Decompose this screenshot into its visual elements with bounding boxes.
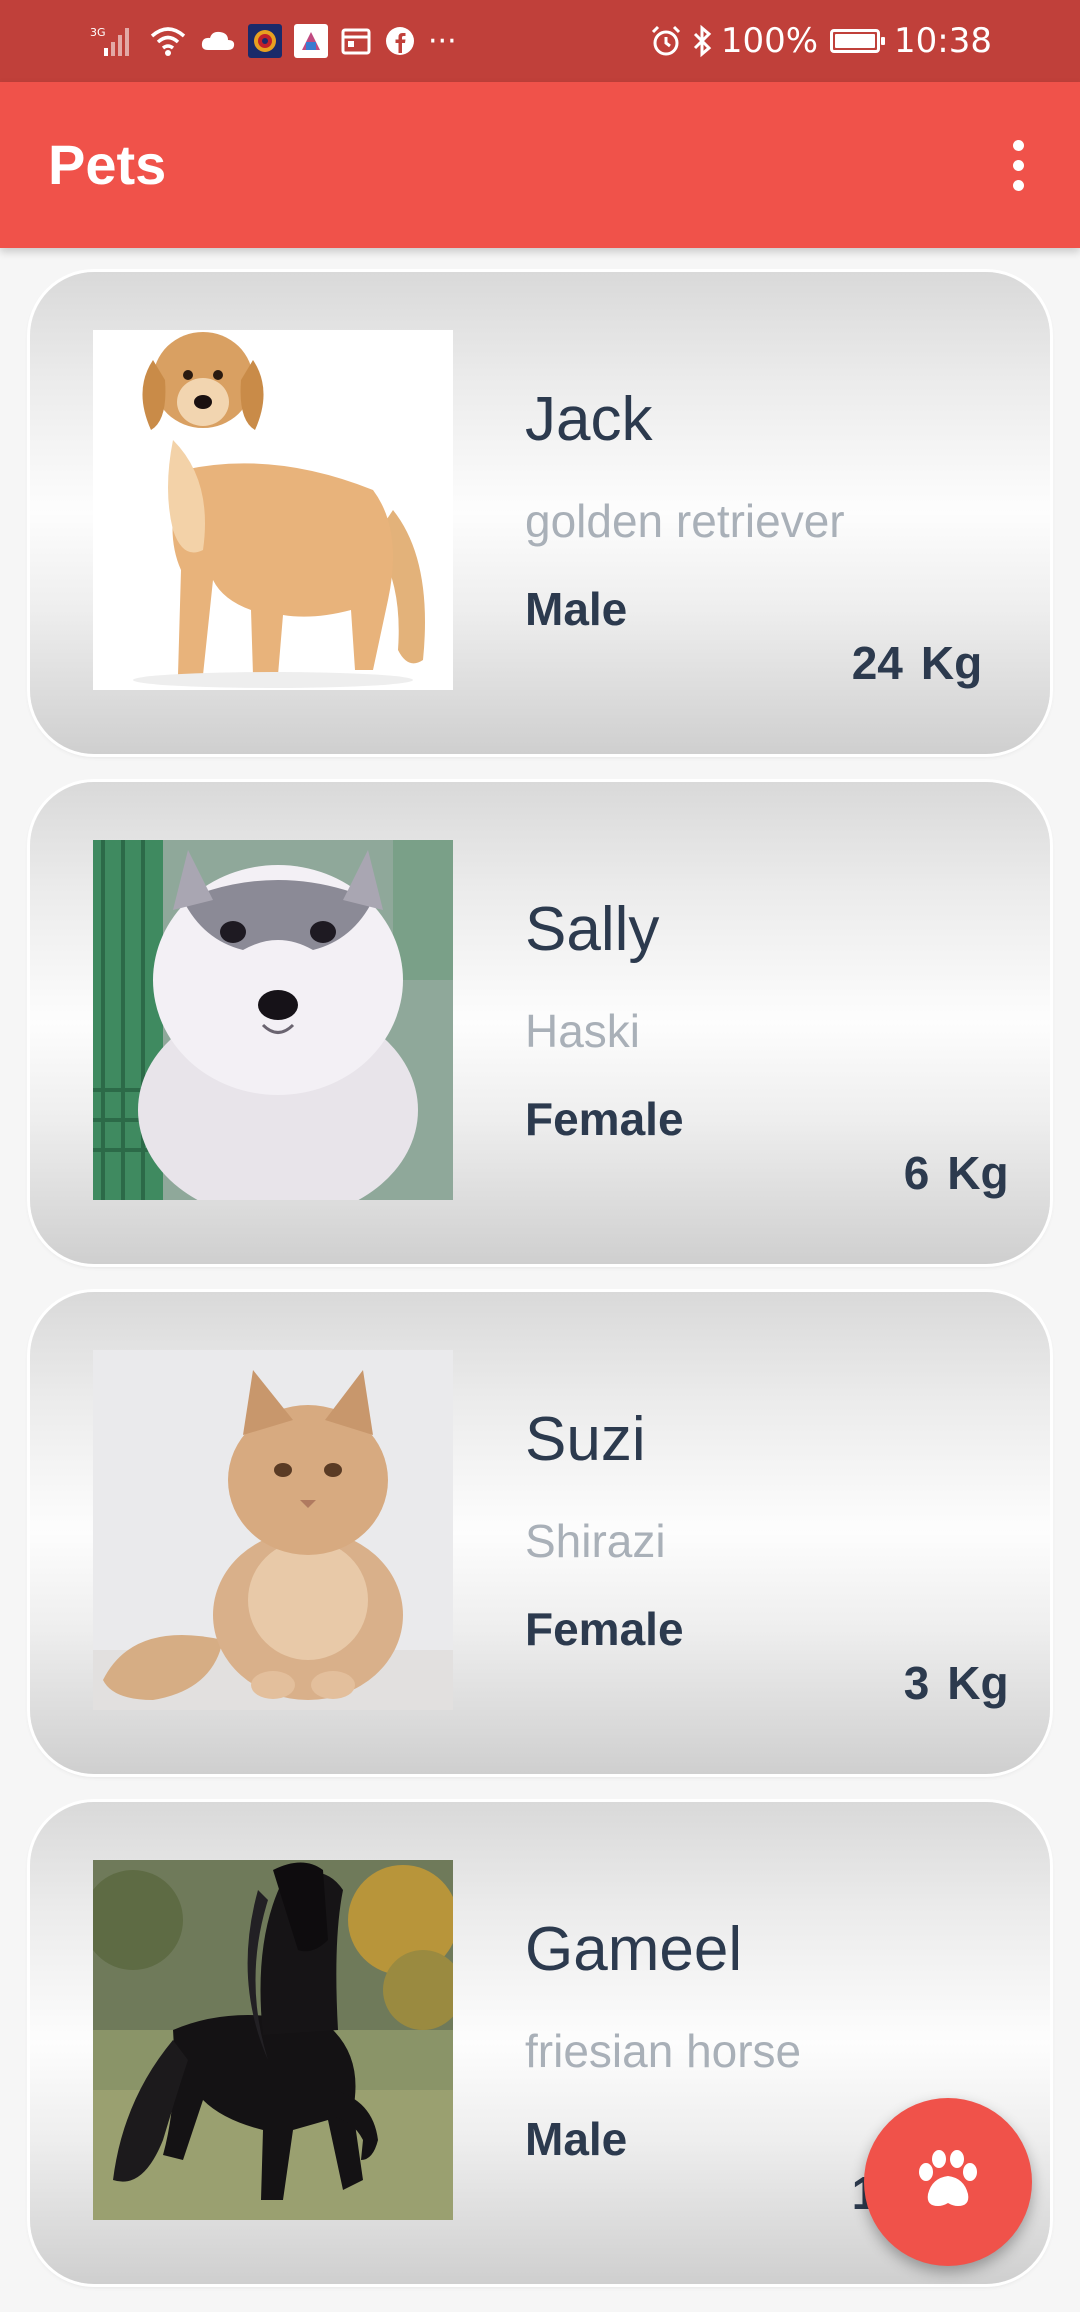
friesian-horse-photo [93,1860,453,2220]
pet-breed: golden retriever [525,495,845,547]
app-bar: Pets [0,82,1080,248]
paw-icon [916,2149,980,2215]
battery-percent: 100% [720,21,819,61]
pet-card[interactable]: Sally Haski Female 6 Kg [30,782,1050,1264]
pet-card[interactable]: Suzi Shirazi Female 3 Kg [30,1292,1050,1774]
pet-name: Gameel [525,1915,743,1984]
pet-card[interactable]: Jack golden retriever Male 24 Kg [30,272,1050,754]
pet-breed: Haski [525,1005,641,1057]
cloud-icon [200,28,236,54]
status-left-icons: 3G ··· [90,0,457,82]
battery-icon [830,29,886,53]
page-title: Pets [48,133,167,196]
add-pet-button[interactable] [864,2098,1032,2266]
menu-dot [1012,139,1024,151]
alarm-icon [649,24,683,58]
husky-puppy-photo [93,840,453,1200]
signal-icon: 3G [90,24,136,58]
clock: 10:38 [894,21,992,61]
pet-weight-value: 24 [851,637,903,689]
calendar-icon [340,25,372,57]
pet-weight: 6 Kg [827,1092,1009,1254]
status-bar: 3G ··· 100% 10:38 [0,0,1080,82]
pet-breed: Shirazi [525,1515,666,1567]
menu-dot [1012,179,1024,191]
pet-weight-unit: Kg [947,1147,1009,1199]
network-type-label: 3G [90,26,106,39]
pet-name: Suzi [525,1405,646,1474]
pet-gender: Female [525,1603,684,1655]
battery-level-fill [835,34,876,48]
pet-name: Jack [525,385,653,454]
persian-kitten-photo [93,1350,453,1710]
pet-gender: Female [525,1093,684,1145]
pet-weight-unit: Kg [947,1657,1009,1709]
pet-weight: 3 Kg [827,1602,1009,1764]
pet-weight-unit: Kg [920,637,983,689]
bluetooth-icon [691,24,713,58]
app-notification-icon [248,24,282,58]
pet-list[interactable]: Jack golden retriever Male 24 Kg Sally H… [0,248,1080,2312]
pet-gender: Male [525,583,628,635]
menu-dot [1012,159,1024,171]
more-notifications-label: ··· [428,23,457,59]
app-notification-icon [294,24,328,58]
pet-weight-value: 6 [903,1147,930,1199]
facebook-icon [384,25,416,57]
pet-gender: Male [525,2113,628,2165]
pet-breed: friesian horse [525,2025,802,2077]
wifi-icon [148,24,188,58]
pet-weight-value: 3 [903,1657,930,1709]
more-vert-icon[interactable] [978,125,1058,205]
status-right-icons: 100% 10:38 [649,0,992,82]
golden-retriever-photo [93,330,453,690]
pet-weight: 24 Kg [775,582,983,744]
pet-name: Sally [525,895,660,964]
